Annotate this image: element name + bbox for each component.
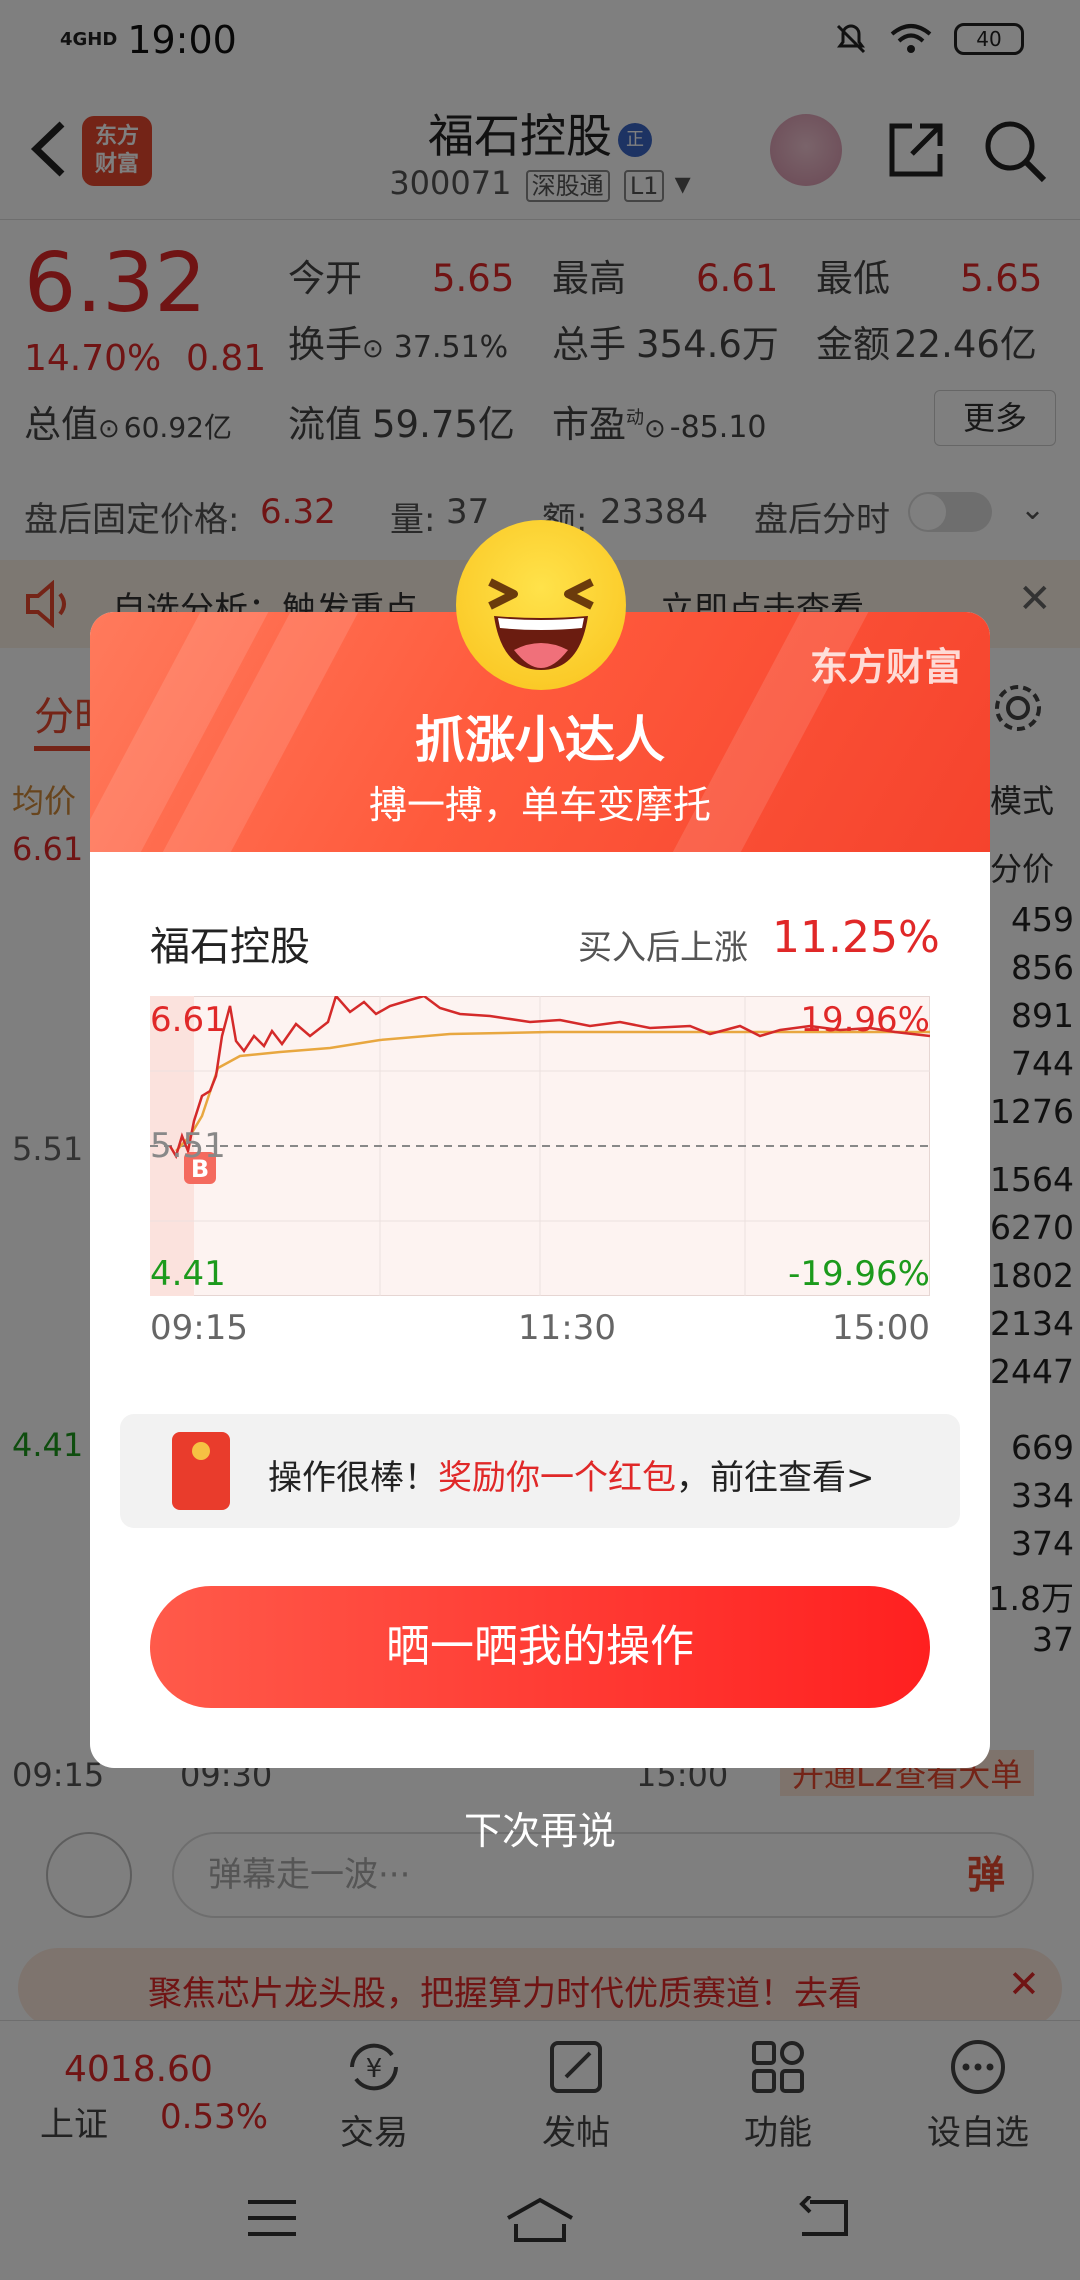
- mini-x-mid: 11:30: [518, 1308, 616, 1348]
- brand-watermark: 东方财富: [809, 645, 962, 689]
- mini-x-start: 09:15: [150, 1308, 248, 1348]
- red-envelope-icon: [172, 1432, 230, 1510]
- reward-highlight: 奖励你一个红包: [438, 1458, 676, 1498]
- mini-x-end: 15:00: [832, 1308, 930, 1348]
- achievement-modal: 东方财富 抓涨小达人 搏一搏，单车变摩托 福石控股 买入后上涨 11.25% B…: [90, 612, 990, 1768]
- emoji-face: [488, 578, 594, 670]
- modal-subtitle: 搏一搏，单车变摩托: [368, 783, 711, 827]
- share-operation-button[interactable]: 晒一晒我的操作: [150, 1586, 930, 1708]
- mini-pct-high: 19.96%: [800, 1000, 930, 1040]
- laughing-emoji-icon: [456, 520, 626, 690]
- reward-prefix: 操作很棒！: [268, 1458, 438, 1498]
- reward-banner[interactable]: 操作很棒！奖励你一个红包，前往查看>: [120, 1414, 960, 1528]
- rise-value: 11.25%: [772, 912, 940, 963]
- dismiss-button[interactable]: 下次再说: [0, 1800, 1080, 1855]
- reward-text: 操作很棒！奖励你一个红包，前往查看>: [268, 1450, 875, 1499]
- mini-y-low: 4.41: [150, 1254, 226, 1294]
- mini-y-mid: 5.51: [150, 1126, 226, 1166]
- modal-stock-name: 福石控股: [150, 924, 310, 970]
- mini-chart-svg: B: [149, 993, 931, 1297]
- reward-suffix: ，前往查看>: [676, 1458, 875, 1498]
- rise-label: 买入后上涨: [578, 928, 748, 968]
- mini-y-high: 6.61: [150, 1000, 226, 1040]
- mini-pct-low: -19.96%: [788, 1254, 930, 1294]
- modal-title: 抓涨小达人: [415, 711, 665, 769]
- intraday-mini-chart: B 6.61 5.51 4.41 19.96% -19.96% 09:15 11…: [149, 993, 931, 1348]
